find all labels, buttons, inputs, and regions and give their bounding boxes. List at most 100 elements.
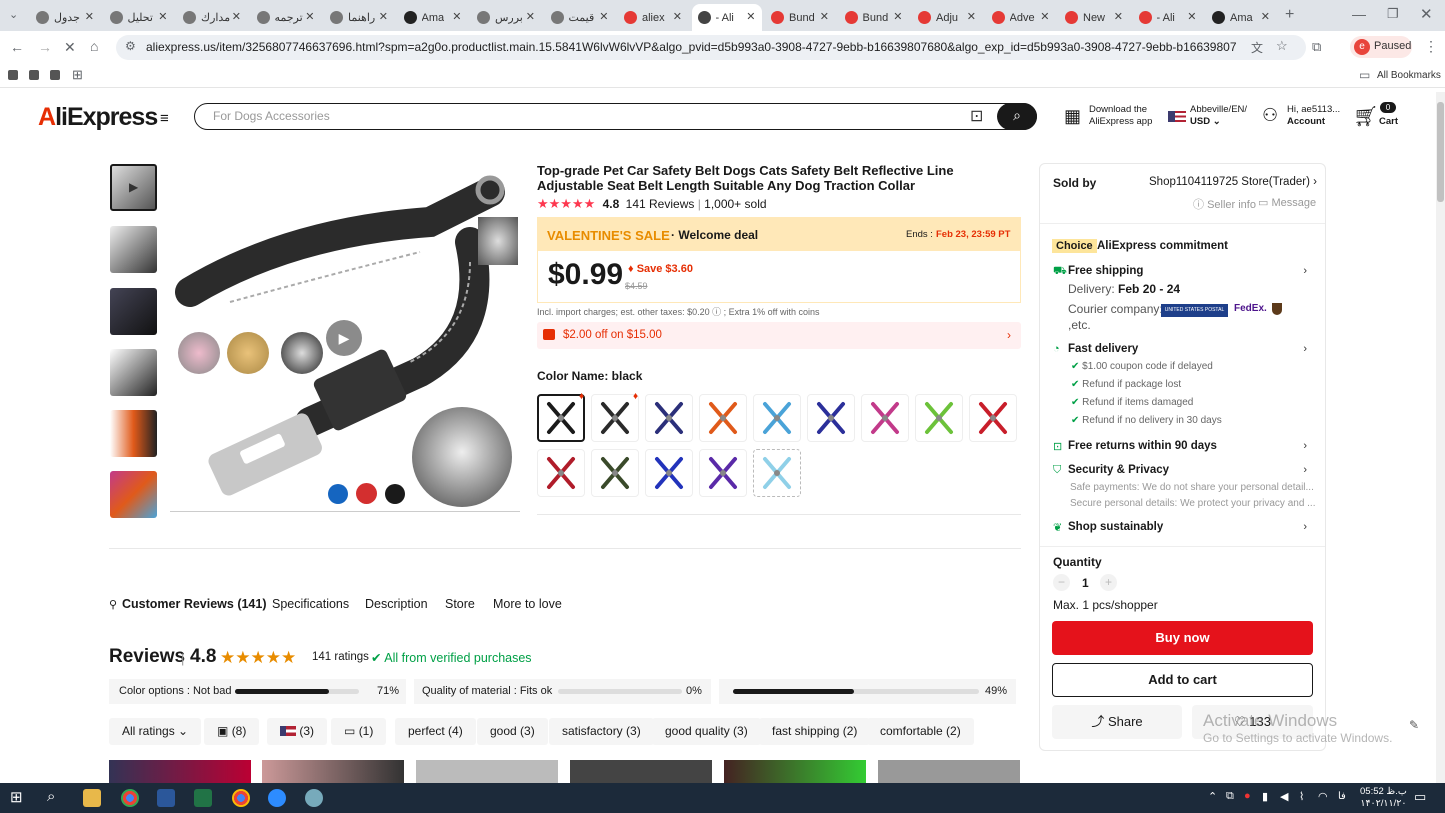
locale-selector[interactable]: Abbeville/EN/ USD ⌄ [1190, 104, 1247, 128]
quantity-value[interactable]: 1 [1082, 576, 1089, 590]
tab-close-icon[interactable]: ✕ [158, 10, 167, 23]
browser-tab[interactable]: Ama ✕ [1206, 4, 1276, 31]
apps-grid-icon[interactable]: ⊞ [72, 67, 83, 83]
tab-specifications[interactable]: Specifications [272, 597, 349, 611]
all-bookmarks-link[interactable]: All Bookmarks [1377, 70, 1441, 81]
security-label[interactable]: Security & Privacy [1068, 464, 1169, 476]
tab-more-to-love[interactable]: More to love [493, 597, 562, 611]
tab-search-icon[interactable]: ⌄ [9, 8, 18, 21]
bookmark-star-icon[interactable]: ☆ [1276, 38, 1288, 54]
play-video-button[interactable]: ▶ [326, 320, 362, 356]
menu-kebab-icon[interactable]: ⋮ [1424, 38, 1438, 55]
notifications-icon[interactable]: ▭ [1414, 789, 1426, 805]
browser-tab[interactable]: جدول ✕ [30, 4, 100, 31]
excel-icon[interactable] [194, 789, 212, 807]
translate-icon[interactable]: 文 [1251, 39, 1263, 56]
tab-close-icon[interactable]: ✕ [379, 10, 388, 23]
aliexpress-logo[interactable]: AliExpress [38, 103, 158, 132]
tab-close-icon[interactable]: ✕ [452, 10, 461, 23]
browser-tab[interactable]: قيمت ✕ [545, 4, 615, 31]
tab-store[interactable]: Store [445, 597, 475, 611]
language-indicator[interactable]: فا [1338, 791, 1346, 802]
gallery-thumbnail[interactable] [110, 349, 157, 396]
tab-customer-reviews[interactable]: Customer Reviews (141) [122, 597, 267, 611]
message-link[interactable]: ▭ Message [1258, 196, 1316, 209]
review-photo[interactable] [724, 760, 866, 783]
browser-tab[interactable]: راهنما ✕ [324, 4, 394, 31]
tab-close-icon[interactable]: ✕ [820, 10, 829, 23]
browser-tab[interactable]: ترجمه ✕ [251, 4, 321, 31]
increase-quantity-button[interactable]: + [1100, 574, 1117, 591]
decrease-quantity-button[interactable]: − [1053, 574, 1070, 591]
minimize-icon[interactable]: — [1352, 6, 1366, 22]
main-product-image[interactable]: ▶ [170, 162, 520, 512]
review-photo[interactable] [109, 760, 251, 783]
tab-close-icon[interactable]: ✕ [1187, 10, 1196, 23]
profile-paused-button[interactable]: e Paused [1350, 36, 1412, 58]
review-photo[interactable] [570, 760, 712, 783]
color-swatch[interactable] [537, 449, 585, 497]
gallery-thumbnail[interactable] [110, 226, 157, 273]
scrollbar-thumb[interactable] [1437, 102, 1444, 202]
tab-close-icon[interactable]: ✕ [232, 10, 241, 23]
filter-tag[interactable]: good quality (3) [652, 718, 761, 745]
sustainably-label[interactable]: Shop sustainably [1068, 521, 1163, 533]
color-swatch[interactable] [537, 394, 585, 442]
browser-tab[interactable]: New ✕ [1059, 4, 1129, 31]
store-link[interactable]: Shop1104119725 Store(Trader) › [1149, 176, 1317, 188]
filter-all-ratings[interactable]: All ratings ⌄ [109, 718, 202, 745]
chrome-icon[interactable] [121, 789, 139, 807]
gallery-thumbnail[interactable] [110, 288, 157, 335]
tab-close-icon[interactable]: ✕ [305, 10, 314, 23]
app-icon[interactable] [305, 789, 323, 807]
filter-tag[interactable]: comfortable (2) [867, 718, 974, 745]
tab-close-icon[interactable]: ✕ [673, 10, 682, 23]
zoom-icon[interactable] [268, 789, 286, 807]
close-window-icon[interactable]: ✕ [1420, 5, 1433, 23]
tab-close-icon[interactable]: ✕ [1114, 10, 1123, 23]
browser-tab[interactable]: aliex ✕ [618, 4, 688, 31]
browser-tab[interactable]: Bund ✕ [765, 4, 835, 31]
browser-tab[interactable]: Adju ✕ [912, 4, 982, 31]
tab-close-icon[interactable]: ✕ [1261, 10, 1270, 23]
seller-info-link[interactable]: ⓘ Seller info [1193, 196, 1256, 212]
fast-delivery-label[interactable]: Fast delivery [1068, 343, 1138, 355]
coupon-banner[interactable]: $2.00 off on $15.00 › [537, 322, 1021, 349]
tab-close-icon[interactable]: ✕ [526, 10, 535, 23]
color-swatch[interactable] [753, 394, 801, 442]
reviews-count-link[interactable]: 141 Reviews [626, 197, 695, 211]
color-swatch[interactable] [699, 449, 747, 497]
color-swatch[interactable] [969, 394, 1017, 442]
review-photo[interactable] [416, 760, 558, 783]
browser-tab[interactable]: بررس ✕ [471, 4, 541, 31]
cart-label[interactable]: Cart [1379, 116, 1398, 127]
tab-close-icon[interactable]: ✕ [746, 10, 755, 23]
filter-tag[interactable]: satisfactory (3) [549, 718, 654, 745]
filter-tag[interactable]: perfect (4) [395, 718, 476, 745]
filter-additional[interactable]: ▭ (1) [331, 718, 387, 745]
color-swatch[interactable] [591, 449, 639, 497]
bookmark-icon[interactable] [8, 70, 18, 80]
hamburger-menu-icon[interactable]: ≡ [160, 110, 169, 127]
url-field[interactable]: ⚙ aliexpress.us/item/3256807746637696.ht… [116, 35, 1306, 60]
camera-search-icon[interactable]: ⊡ [970, 106, 983, 126]
windows-start-icon[interactable]: ⊞ [10, 788, 23, 806]
browser-tab[interactable]: - Ali ✕ [691, 4, 762, 31]
browser-tab[interactable]: Bund ✕ [839, 4, 909, 31]
volume-icon[interactable]: ◀ [1280, 790, 1288, 803]
free-shipping-label[interactable]: Free shipping [1068, 265, 1143, 277]
site-info-icon[interactable]: ⚙ [125, 39, 136, 53]
bookmark-icon[interactable] [29, 70, 39, 80]
wifi-icon[interactable]: ◠ [1318, 790, 1328, 803]
bookmark-icon[interactable] [50, 70, 60, 80]
browser-tab[interactable]: Adve ✕ [986, 4, 1056, 31]
color-swatch[interactable] [915, 394, 963, 442]
browser-tab[interactable]: Ama ✕ [398, 4, 468, 31]
search-input[interactable]: For Dogs Accessories ⊡ ⌕ [194, 103, 1037, 130]
gallery-thumbnail[interactable]: ▶ [110, 164, 157, 211]
maximize-icon[interactable]: ❐ [1387, 6, 1399, 22]
color-swatch[interactable] [645, 449, 693, 497]
back-icon[interactable]: ← [10, 39, 24, 55]
tray-icon[interactable]: ⧉ [1226, 790, 1234, 803]
tab-close-icon[interactable]: ✕ [893, 10, 902, 23]
